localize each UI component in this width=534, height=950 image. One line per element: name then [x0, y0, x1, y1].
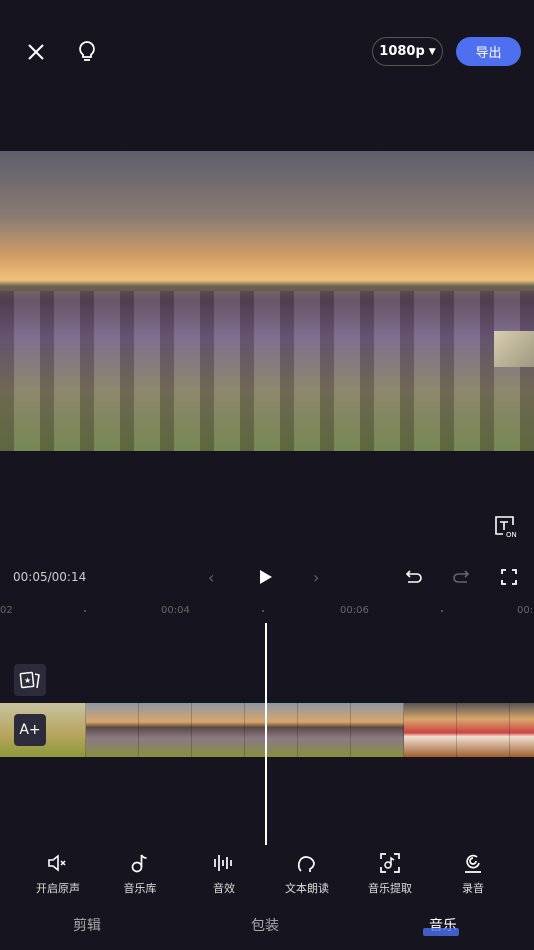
svg-text:★: ★	[24, 676, 31, 685]
cover-cards-icon: ★	[19, 671, 40, 689]
ruler-dot	[262, 610, 264, 612]
clip-thumbnail[interactable]	[245, 703, 298, 757]
waveform-icon	[189, 852, 259, 874]
tool-label: 音效	[213, 882, 235, 895]
tool-original-sound[interactable]: 开启原声	[23, 852, 93, 896]
tool-label: 录音	[462, 882, 484, 895]
close-icon[interactable]	[24, 40, 48, 64]
clip-thumbnail[interactable]	[86, 703, 139, 757]
tool-record[interactable]: 录音	[438, 852, 508, 896]
text-on-icon[interactable]: ON	[492, 513, 518, 539]
svg-text:ON: ON	[506, 531, 517, 538]
resolution-value: 1080p	[379, 44, 425, 59]
clip-thumbnail[interactable]	[298, 703, 351, 757]
ruler-label: 00:	[517, 605, 534, 616]
clip-thumbnail[interactable]	[139, 703, 192, 757]
ruler-label: 00:04	[161, 605, 190, 616]
tab-edit[interactable]: 剪辑	[73, 915, 101, 935]
fullscreen-icon[interactable]	[501, 569, 517, 589]
microphone-icon	[438, 852, 508, 874]
video-track[interactable]	[0, 703, 534, 757]
playhead[interactable]	[265, 623, 267, 845]
sticker-thumbnail[interactable]	[494, 331, 534, 367]
chevron-down-icon: ▼	[428, 46, 436, 57]
ruler-label: 00:06	[340, 605, 369, 616]
redo-icon[interactable]	[452, 569, 470, 589]
video-preview[interactable]	[0, 151, 534, 451]
tool-label: 音乐提取	[368, 882, 412, 895]
text-to-speech-icon	[272, 852, 342, 874]
ruler-dot	[441, 610, 443, 612]
tool-sound-effects[interactable]: 音效	[189, 852, 259, 896]
tool-label: 音乐库	[123, 882, 157, 895]
clip-thumbnail[interactable]	[192, 703, 245, 757]
tool-label: 文本朗读	[285, 882, 329, 895]
clip-thumbnail[interactable]	[404, 703, 457, 757]
active-tab-indicator	[423, 928, 459, 936]
playback-time: 00:05/00:14	[13, 570, 87, 584]
clip-thumbnail[interactable]	[457, 703, 510, 757]
tool-music-library[interactable]: 音乐库	[105, 852, 175, 896]
speaker-mute-icon	[23, 852, 93, 874]
music-extract-icon	[355, 852, 425, 874]
lightbulb-icon[interactable]	[75, 38, 99, 66]
tab-packaging[interactable]: 包装	[251, 915, 279, 935]
export-button[interactable]: 导出	[456, 37, 521, 66]
cover-button[interactable]: ★	[14, 664, 46, 696]
resolution-dropdown[interactable]: 1080p ▼	[372, 37, 443, 66]
clip-thumbnail[interactable]	[510, 703, 534, 757]
ruler-label: 02	[0, 605, 13, 616]
clip-thumbnail[interactable]	[351, 703, 404, 757]
tool-label: 开启原声	[36, 882, 80, 895]
add-text-button[interactable]: A+	[14, 714, 46, 746]
music-note-icon	[105, 852, 175, 874]
tool-text-to-speech[interactable]: 文本朗读	[272, 852, 342, 896]
undo-icon[interactable]	[405, 569, 423, 589]
tool-music-extract[interactable]: 音乐提取	[355, 852, 425, 896]
ruler-dot	[84, 610, 86, 612]
play-icon[interactable]	[259, 569, 273, 589]
prev-frame-icon[interactable]: ‹	[208, 568, 214, 587]
next-frame-icon[interactable]: ›	[313, 568, 319, 587]
